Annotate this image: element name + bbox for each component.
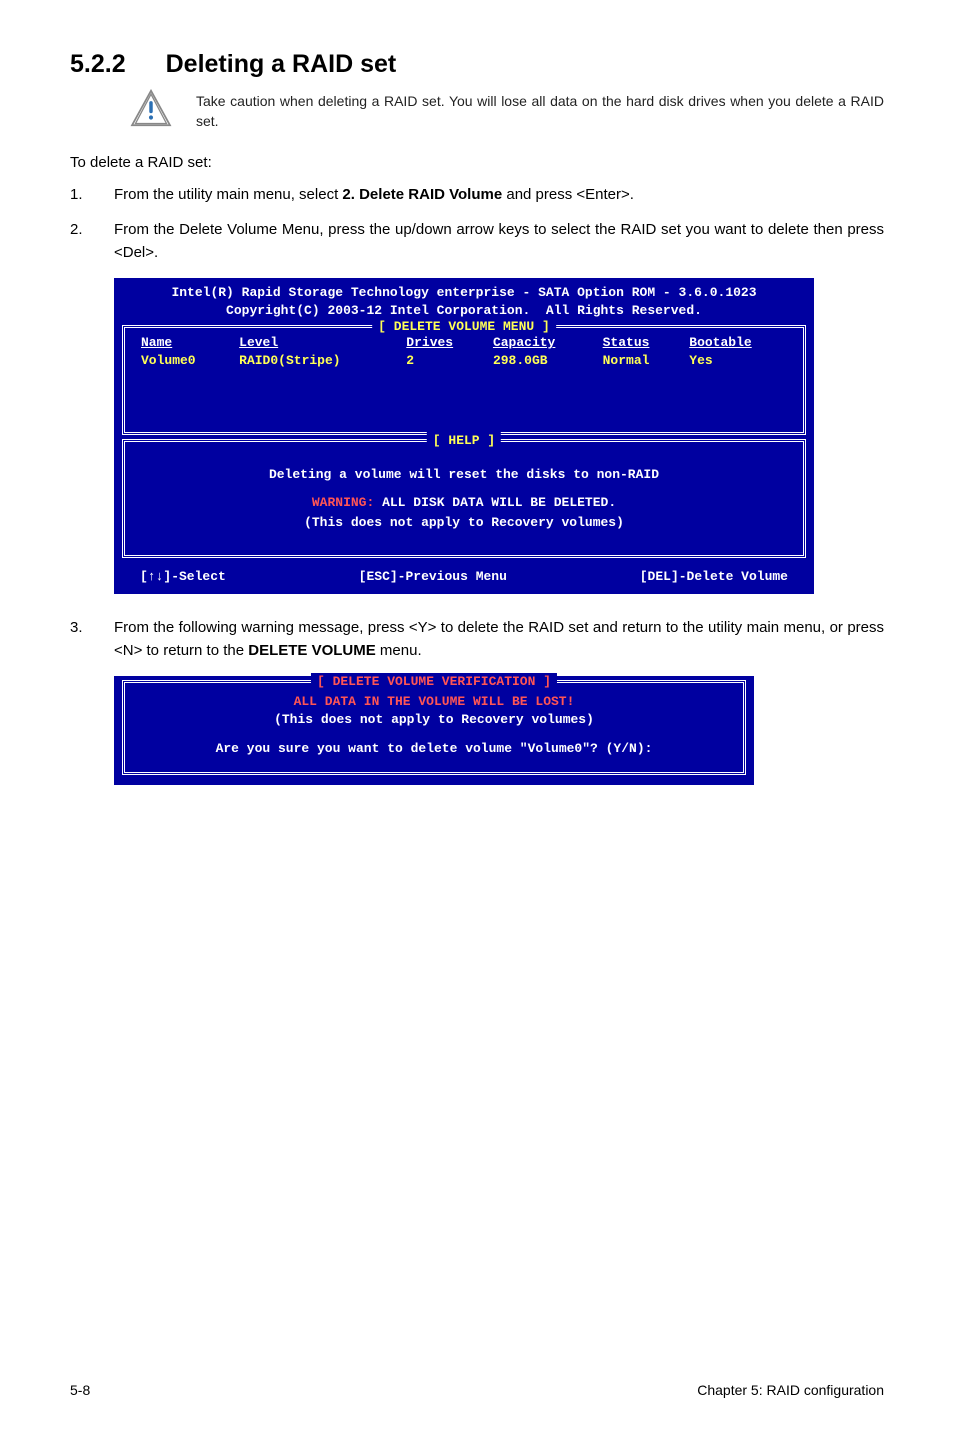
volume-table: Name Level Drives Capacity Status Bootab… bbox=[135, 334, 793, 369]
help-line3: (This does not apply to Recovery volumes… bbox=[143, 514, 785, 532]
step-body: From the utility main menu, select 2. De… bbox=[114, 183, 884, 206]
section-heading: 5.2.2 Deleting a RAID set bbox=[70, 50, 884, 79]
bios-header-line2: Copyright(C) 2003-12 Intel Corporation. … bbox=[226, 303, 702, 318]
lead-text: To delete a RAID set: bbox=[70, 154, 884, 171]
text-part: From the utility main menu, select bbox=[114, 186, 342, 203]
help-line2: WARNING: ALL DISK DATA WILL BE DELETED. bbox=[143, 494, 785, 512]
cell-level: RAID0(Stripe) bbox=[233, 352, 400, 370]
col-status: Status bbox=[597, 334, 684, 352]
col-capacity: Capacity bbox=[487, 334, 597, 352]
cell-status: Normal bbox=[597, 352, 684, 370]
warning-label: WARNING: bbox=[312, 495, 374, 510]
footer-select-hint: [↑↓]-Select bbox=[140, 568, 226, 586]
table-header-row: Name Level Drives Capacity Status Bootab… bbox=[135, 334, 793, 352]
footer-esc-hint: [ESC]-Previous Menu bbox=[359, 568, 507, 586]
verification-note: (This does not apply to Recovery volumes… bbox=[135, 711, 733, 729]
bios-footer: [↑↓]-Select [ESC]-Previous Menu [DEL]-De… bbox=[114, 562, 814, 594]
text-part: From the following warning message, pres… bbox=[114, 619, 884, 659]
step-number: 1. bbox=[70, 183, 114, 206]
list-item: 1. From the utility main menu, select 2.… bbox=[70, 183, 884, 206]
page-number: 5-8 bbox=[70, 1382, 90, 1398]
list-item: 3. From the following warning message, p… bbox=[70, 616, 884, 663]
cell-capacity: 298.0GB bbox=[487, 352, 597, 370]
step-number: 3. bbox=[70, 616, 114, 663]
table-row[interactable]: Volume0 RAID0(Stripe) 2 298.0GB Normal Y… bbox=[135, 352, 793, 370]
bios-delete-volume-screen: Intel(R) Rapid Storage Technology enterp… bbox=[114, 278, 814, 593]
cell-name: Volume0 bbox=[135, 352, 233, 370]
panel-title: [ DELETE VOLUME MENU ] bbox=[372, 318, 556, 336]
heading-text: Deleting a RAID set bbox=[166, 50, 397, 79]
verification-body: ALL DATA IN THE VOLUME WILL BE LOST! (Th… bbox=[135, 693, 733, 758]
footer-del-hint: [DEL]-Delete Volume bbox=[640, 568, 788, 586]
delete-volume-menu-panel: [ DELETE VOLUME MENU ] Name Level Drives… bbox=[122, 325, 806, 435]
verification-panel: [ DELETE VOLUME VERIFICATION ] ALL DATA … bbox=[122, 680, 746, 775]
col-level: Level bbox=[233, 334, 400, 352]
caution-note: Take caution when deleting a RAID set. Y… bbox=[130, 89, 884, 132]
verification-prompt[interactable]: Are you sure you want to delete volume "… bbox=[135, 740, 733, 758]
bios-header-line1: Intel(R) Rapid Storage Technology enterp… bbox=[171, 285, 756, 300]
step-list-continued: 3. From the following warning message, p… bbox=[70, 616, 884, 663]
caution-text: Take caution when deleting a RAID set. Y… bbox=[196, 89, 884, 132]
help-line1: Deleting a volume will reset the disks t… bbox=[143, 466, 785, 484]
step-body: From the Delete Volume Menu, press the u… bbox=[114, 218, 884, 265]
bold-text: 2. Delete RAID Volume bbox=[342, 186, 502, 203]
page-footer: 5-8 Chapter 5: RAID configuration bbox=[70, 1382, 884, 1398]
col-bootable: Bootable bbox=[683, 334, 793, 352]
cell-drives: 2 bbox=[400, 352, 487, 370]
panel-title: [ HELP ] bbox=[427, 432, 501, 450]
chapter-label: Chapter 5: RAID configuration bbox=[697, 1382, 884, 1398]
cell-bootable: Yes bbox=[683, 352, 793, 370]
list-item: 2. From the Delete Volume Menu, press th… bbox=[70, 218, 884, 265]
verification-warning: ALL DATA IN THE VOLUME WILL BE LOST! bbox=[135, 693, 733, 711]
heading-number: 5.2.2 bbox=[70, 50, 126, 79]
step-list: 1. From the utility main menu, select 2.… bbox=[70, 183, 884, 265]
bold-text: DELETE VOLUME bbox=[248, 642, 376, 659]
text-part: and press <Enter>. bbox=[502, 186, 634, 203]
warning-icon bbox=[130, 89, 172, 127]
help-body: Deleting a volume will reset the disks t… bbox=[135, 448, 793, 541]
text-part: menu. bbox=[376, 642, 422, 659]
step-body: From the following warning message, pres… bbox=[114, 616, 884, 663]
bios-delete-verification-screen: [ DELETE VOLUME VERIFICATION ] ALL DATA … bbox=[114, 676, 754, 785]
help-line2-rest: ALL DISK DATA WILL BE DELETED. bbox=[374, 495, 616, 510]
help-panel: [ HELP ] Deleting a volume will reset th… bbox=[122, 439, 806, 558]
step-number: 2. bbox=[70, 218, 114, 265]
col-drives: Drives bbox=[400, 334, 487, 352]
panel-title: [ DELETE VOLUME VERIFICATION ] bbox=[311, 673, 557, 691]
col-name: Name bbox=[135, 334, 233, 352]
